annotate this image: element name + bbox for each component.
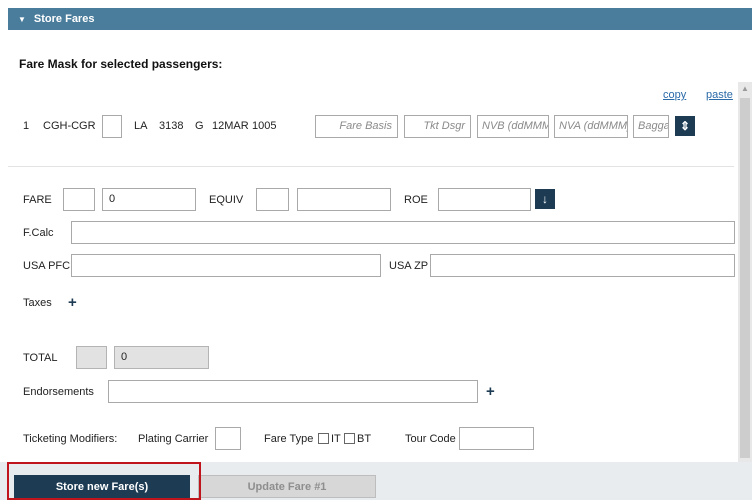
segment-route: CGH-CGR	[43, 120, 96, 132]
add-tax-plus-icon[interactable]: +	[68, 294, 77, 311]
copy-link[interactable]: copy	[663, 89, 686, 101]
endorsements-label: Endorsements	[23, 386, 94, 398]
fare-type-bt-label: BT	[357, 433, 372, 445]
segment-time: 1005	[252, 120, 277, 132]
fare-mask-title: Fare Mask for selected passengers:	[19, 57, 223, 71]
fcalc-input[interactable]	[71, 221, 735, 244]
taxes-label: Taxes	[23, 297, 52, 309]
section-title: Store Fares	[33, 13, 95, 25]
section-header-store-fares[interactable]: ▼ Store Fares	[8, 8, 752, 30]
segment-date: 12MAR	[212, 120, 249, 132]
arrow-down-icon[interactable]: ↓	[535, 189, 555, 209]
nva-input[interactable]: NVA (ddMMM)	[554, 115, 628, 138]
fare-type-it-label: IT	[331, 433, 341, 445]
equiv-amount-input[interactable]	[297, 188, 391, 211]
segment-number: 1	[23, 120, 30, 132]
total-label: TOTAL	[23, 352, 58, 364]
highlight-box	[7, 462, 201, 500]
endorsements-input[interactable]	[108, 380, 478, 403]
up-down-arrow-icon[interactable]: ⇕	[675, 116, 695, 136]
fare-type-label: Fare Type	[264, 433, 314, 445]
fare-basis-input[interactable]: Fare Basis	[315, 115, 398, 138]
fare-label: FARE	[23, 194, 52, 206]
fare-type-it-checkbox[interactable]	[318, 433, 329, 444]
vertical-scrollbar[interactable]: ▲ ▼	[738, 82, 752, 480]
fare-type-bt-checkbox[interactable]	[344, 433, 355, 444]
equiv-label: EQUIV	[209, 194, 244, 206]
equiv-currency-input[interactable]	[256, 188, 289, 211]
usa-pfc-label: USA PFC	[23, 260, 71, 272]
triangle-down-icon: ▼	[18, 14, 26, 24]
baggage-input[interactable]: Baggage	[633, 115, 669, 138]
segment-class: G	[195, 120, 204, 132]
tkt-dsgr-input[interactable]: Tkt Dsgr	[404, 115, 471, 138]
fare-currency-input[interactable]	[63, 188, 95, 211]
plating-carrier-label: Plating Carrier	[138, 433, 209, 445]
fare-amount-input[interactable]: 0	[102, 188, 196, 211]
usa-pfc-input[interactable]	[71, 254, 381, 277]
scroll-up-icon[interactable]: ▲	[738, 82, 752, 96]
usa-zp-label: USA ZP	[389, 260, 429, 272]
fcalc-label: F.Calc	[23, 227, 54, 239]
segment-carrier: LA	[134, 120, 148, 132]
total-currency-field	[76, 346, 107, 369]
scrollbar-thumb[interactable]	[740, 98, 750, 458]
nvb-input[interactable]: NVB (ddMMM)	[477, 115, 549, 138]
segment-select-box[interactable]	[102, 115, 122, 138]
usa-zp-input[interactable]	[430, 254, 735, 277]
total-amount-field: 0	[114, 346, 209, 369]
paste-link[interactable]: paste	[706, 89, 733, 101]
segment-flight: 3138	[159, 120, 184, 132]
tour-code-label: Tour Code	[405, 433, 456, 445]
update-fare-button: Update Fare #1	[198, 475, 376, 498]
ticketing-modifiers-label: Ticketing Modifiers:	[23, 433, 118, 445]
section-divider	[8, 166, 734, 167]
roe-input[interactable]	[438, 188, 531, 211]
tour-code-input[interactable]	[459, 427, 534, 450]
plating-carrier-input[interactable]	[215, 427, 241, 450]
add-endorsement-plus-icon[interactable]: +	[486, 383, 495, 400]
roe-label: ROE	[404, 194, 428, 206]
